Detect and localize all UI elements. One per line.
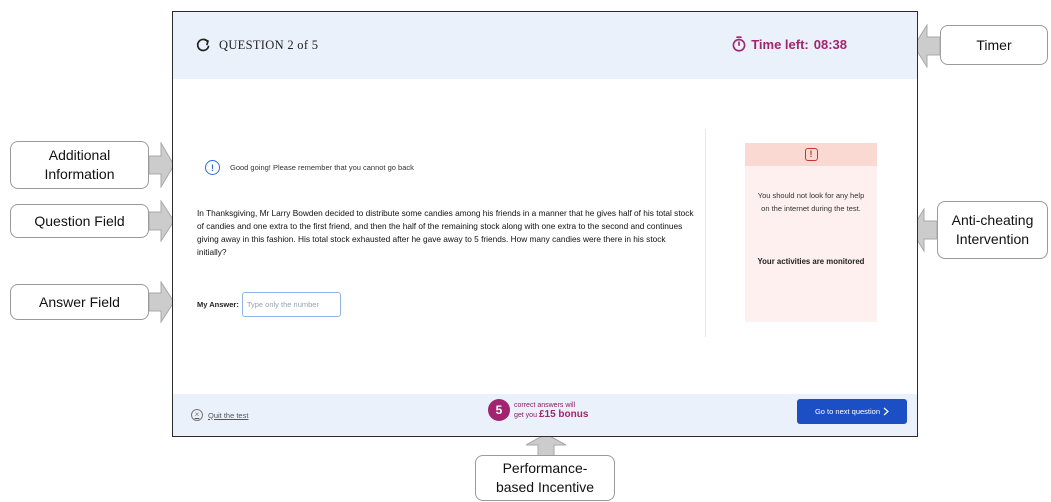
alert-icon: !: [804, 148, 818, 161]
quit-test-label: Quit the test: [208, 410, 249, 420]
question-area: ! Good going! Please remember that you c…: [173, 79, 917, 395]
header-bar: QUESTION 2 of 5 Time left: 08:38: [173, 12, 917, 79]
info-message: ! Good going! Please remember that you c…: [205, 160, 414, 175]
annotation-timer-label: Timer: [976, 36, 1012, 53]
info-message-text: Good going! Please remember that you can…: [230, 163, 414, 172]
timer: Time left: 08:38: [732, 36, 847, 52]
answer-field: My Answer:: [197, 292, 341, 317]
anti-cheating-text: You should not look for any help on the …: [757, 191, 865, 213]
stopwatch-icon: [732, 36, 746, 52]
incentive-text: correct answers will get you £15 bonus: [514, 401, 588, 420]
annotation-additional-information: Additional Information: [10, 141, 149, 189]
close-circle-icon: ×: [191, 409, 203, 421]
annotation-answer-field: Answer Field: [10, 284, 149, 320]
annotation-additional-information-line2: Information: [44, 166, 115, 182]
annotation-question-field: Question Field: [10, 204, 149, 238]
incentive-count-badge: 5: [488, 399, 510, 421]
timer-label: Time left:: [751, 36, 809, 52]
annotation-timer: Timer: [940, 25, 1048, 65]
refresh-icon: [196, 38, 210, 52]
anti-cheating-header: !: [745, 143, 877, 166]
quit-test-link[interactable]: × Quit the test: [191, 409, 248, 421]
incentive-banner: 5 correct answers will get you £15 bonus: [488, 399, 588, 421]
annotation-question-field-label: Question Field: [34, 212, 125, 229]
question-counter-text: QUESTION 2 of 5: [219, 37, 319, 52]
question-text: In Thanksgiving, Mr Larry Bowden decided…: [197, 208, 694, 257]
incentive-line2-row: get you £15 bonus: [514, 408, 589, 420]
incentive-bonus: £15 bonus: [538, 408, 589, 420]
anti-cheating-panel: ! You should not look for any help on th…: [745, 143, 877, 322]
annotation-anti-cheating-line2: Intervention: [955, 231, 1030, 247]
anti-cheating-bold-text: Your activities are monitored: [757, 257, 865, 266]
answer-input[interactable]: [241, 292, 341, 317]
test-app-window: QUESTION 2 of 5 Time left: 08:38 ! Good …: [172, 11, 918, 437]
question-counter: QUESTION 2 of 5: [195, 37, 318, 53]
footer-bar: × Quit the test 5 correct answers will g…: [173, 394, 917, 436]
vertical-divider: [705, 129, 706, 337]
annotation-performance-incentive-line2: based Incentive: [495, 479, 595, 495]
answer-label: My Answer:: [197, 300, 239, 309]
annotation-anti-cheating-line1: Anti-cheating: [951, 212, 1034, 228]
incentive-line2: get you: [514, 411, 537, 419]
next-question-label: Go to next question: [814, 407, 881, 416]
chevron-right-icon: [883, 407, 889, 416]
annotation-performance-incentive: Performance- based Incentive: [475, 455, 615, 501]
info-icon: !: [205, 160, 220, 175]
next-question-button[interactable]: Go to next question: [797, 399, 907, 424]
timer-value: 08:38: [813, 36, 847, 52]
annotation-performance-incentive-line1: Performance-: [502, 460, 588, 476]
annotation-additional-information-line1: Additional: [48, 147, 111, 163]
annotation-anti-cheating: Anti-cheating Intervention: [937, 201, 1048, 259]
annotation-answer-field-label: Answer Field: [39, 293, 120, 310]
